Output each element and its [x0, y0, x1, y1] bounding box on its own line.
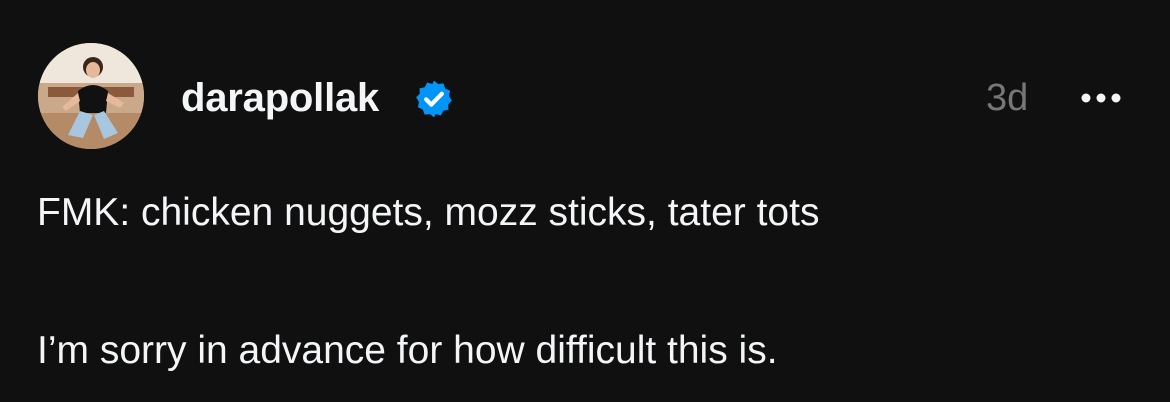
username[interactable]: darapollak — [181, 74, 379, 122]
avatar[interactable] — [38, 43, 144, 149]
thread-post: darapollak 3d FMK: chicken nuggets, mozz… — [0, 0, 1170, 402]
profile-photo — [38, 43, 144, 149]
more-options-icon[interactable] — [1076, 84, 1126, 112]
verified-badge-icon — [416, 80, 452, 118]
post-text-line: FMK: chicken nuggets, mozz sticks, tater… — [37, 191, 820, 234]
post-timestamp: 3d — [986, 77, 1029, 119]
post-text-line: I’m sorry in advance for how difficult t… — [37, 329, 778, 372]
